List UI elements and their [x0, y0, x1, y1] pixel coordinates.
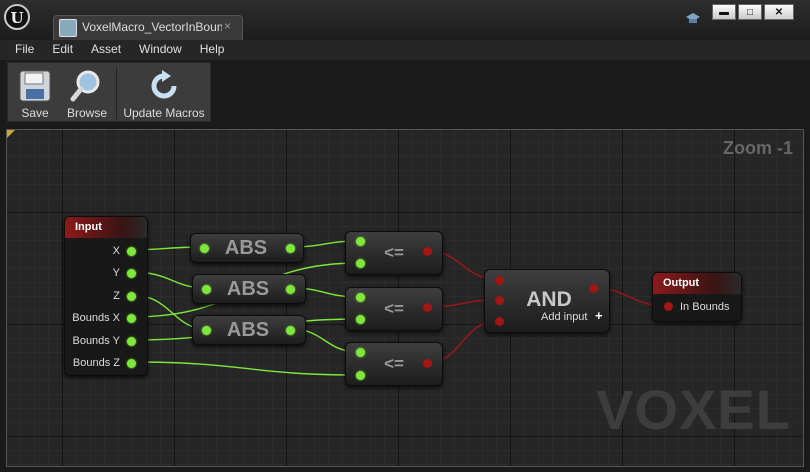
save-label: Save	[21, 106, 49, 120]
cmp2-a-pin[interactable]	[356, 293, 365, 302]
cmp3-b-pin[interactable]	[356, 371, 365, 380]
menu-window[interactable]: Window	[130, 40, 191, 60]
cmp1-label: <=	[384, 243, 404, 262]
title-bar: U VoxelMacro_VectorInBounds × ▬ □ ✕	[0, 0, 810, 40]
cmp3-label: <=	[384, 354, 404, 373]
toolbar-separator	[116, 67, 117, 119]
abs-node-3[interactable]: ABS	[192, 315, 306, 345]
save-icon	[19, 70, 51, 102]
compare-node-3[interactable]: <=	[345, 342, 443, 386]
pin-z[interactable]	[127, 292, 136, 301]
abs3-label: ABS	[226, 319, 270, 341]
pin-label-bounds-z: Bounds Z	[72, 357, 120, 369]
compare-node-1[interactable]: <=	[345, 231, 443, 275]
node-graph-canvas[interactable]: Zoom -1 VOXEL Input X Y Z Bounds X Bound…	[6, 129, 804, 467]
cmp1-out-pin[interactable]	[423, 247, 432, 256]
browse-label: Browse	[66, 106, 107, 120]
browse-icon	[70, 70, 100, 102]
cmp3-a-pin[interactable]	[356, 348, 365, 357]
compare-node-2[interactable]: <=	[345, 287, 443, 331]
tab-close-icon[interactable]: ×	[224, 19, 231, 33]
document-tab[interactable]: VoxelMacro_VectorInBounds ×	[53, 15, 243, 40]
and-in-pin-3[interactable]	[495, 317, 504, 326]
cmp2-out-pin[interactable]	[423, 303, 432, 312]
menu-bar: File Edit Asset Window Help	[0, 40, 810, 60]
abs-node-1[interactable]: ABS	[190, 233, 304, 263]
menu-help[interactable]: Help	[191, 40, 234, 60]
toolbar: Save Browse Update Macros	[7, 62, 211, 122]
update-macros-label: Update Macros	[123, 106, 205, 120]
save-button[interactable]: Save	[10, 65, 60, 121]
abs3-in-pin[interactable]	[202, 326, 211, 335]
browse-button[interactable]: Browse	[62, 65, 112, 121]
menu-file[interactable]: File	[6, 40, 43, 60]
pin-y[interactable]	[127, 269, 136, 278]
abs-node-2[interactable]: ABS	[192, 274, 306, 304]
input-node[interactable]: Input X Y Z Bounds X Bounds Y Bounds Z	[64, 216, 148, 376]
graduation-hat-icon[interactable]	[686, 12, 700, 26]
and-label: AND	[526, 288, 572, 311]
close-button[interactable]: ✕	[764, 4, 794, 20]
cmp3-out-pin[interactable]	[423, 359, 432, 368]
input-node-body	[65, 238, 147, 375]
input-node-title: Input	[65, 217, 147, 238]
pin-label-bounds-x: Bounds X	[72, 312, 120, 324]
pin-bounds-x[interactable]	[127, 314, 136, 323]
add-input-label[interactable]: Add input	[541, 311, 587, 323]
abs2-out-pin[interactable]	[286, 285, 295, 294]
abs3-out-pin[interactable]	[286, 326, 295, 335]
in-bounds-pin[interactable]	[664, 302, 673, 311]
and-in-pin-1[interactable]	[495, 276, 504, 285]
in-bounds-label: In Bounds	[680, 301, 730, 313]
cmp1-a-pin[interactable]	[356, 237, 365, 246]
pin-bounds-y[interactable]	[127, 337, 136, 346]
pin-x[interactable]	[127, 247, 136, 256]
output-node[interactable]: Output In Bounds	[652, 272, 742, 322]
pin-label-z: Z	[113, 290, 120, 302]
update-macros-icon	[151, 70, 177, 99]
wire-boundsz-to-cmp3	[130, 361, 360, 376]
abs2-in-pin[interactable]	[202, 285, 211, 294]
unreal-logo-icon: U	[4, 4, 30, 30]
add-input-plus-icon[interactable]: +	[595, 308, 603, 323]
tab-label: VoxelMacro_VectorInBounds	[82, 20, 222, 34]
and-node[interactable]: AND Add input +	[484, 269, 610, 333]
minimize-button[interactable]: ▬	[712, 4, 736, 20]
tab-asset-icon	[59, 19, 77, 37]
abs2-label: ABS	[226, 278, 270, 300]
cmp2-label: <=	[384, 299, 404, 318]
maximize-button[interactable]: □	[738, 4, 762, 20]
update-macros-button[interactable]: Update Macros	[120, 65, 208, 121]
cmp2-b-pin[interactable]	[356, 315, 365, 324]
pin-bounds-z[interactable]	[127, 359, 136, 368]
pin-label-bounds-y: Bounds Y	[72, 335, 120, 347]
and-in-pin-2[interactable]	[495, 296, 504, 305]
pin-label-x: X	[112, 245, 120, 257]
abs1-in-pin[interactable]	[200, 244, 209, 253]
output-node-title: Output	[653, 273, 741, 294]
abs1-out-pin[interactable]	[286, 244, 295, 253]
pin-label-y: Y	[112, 267, 120, 279]
abs1-label: ABS	[224, 237, 268, 259]
menu-edit[interactable]: Edit	[43, 40, 82, 60]
cmp1-b-pin[interactable]	[356, 259, 365, 268]
menu-asset[interactable]: Asset	[82, 40, 130, 60]
and-out-pin[interactable]	[589, 284, 598, 293]
